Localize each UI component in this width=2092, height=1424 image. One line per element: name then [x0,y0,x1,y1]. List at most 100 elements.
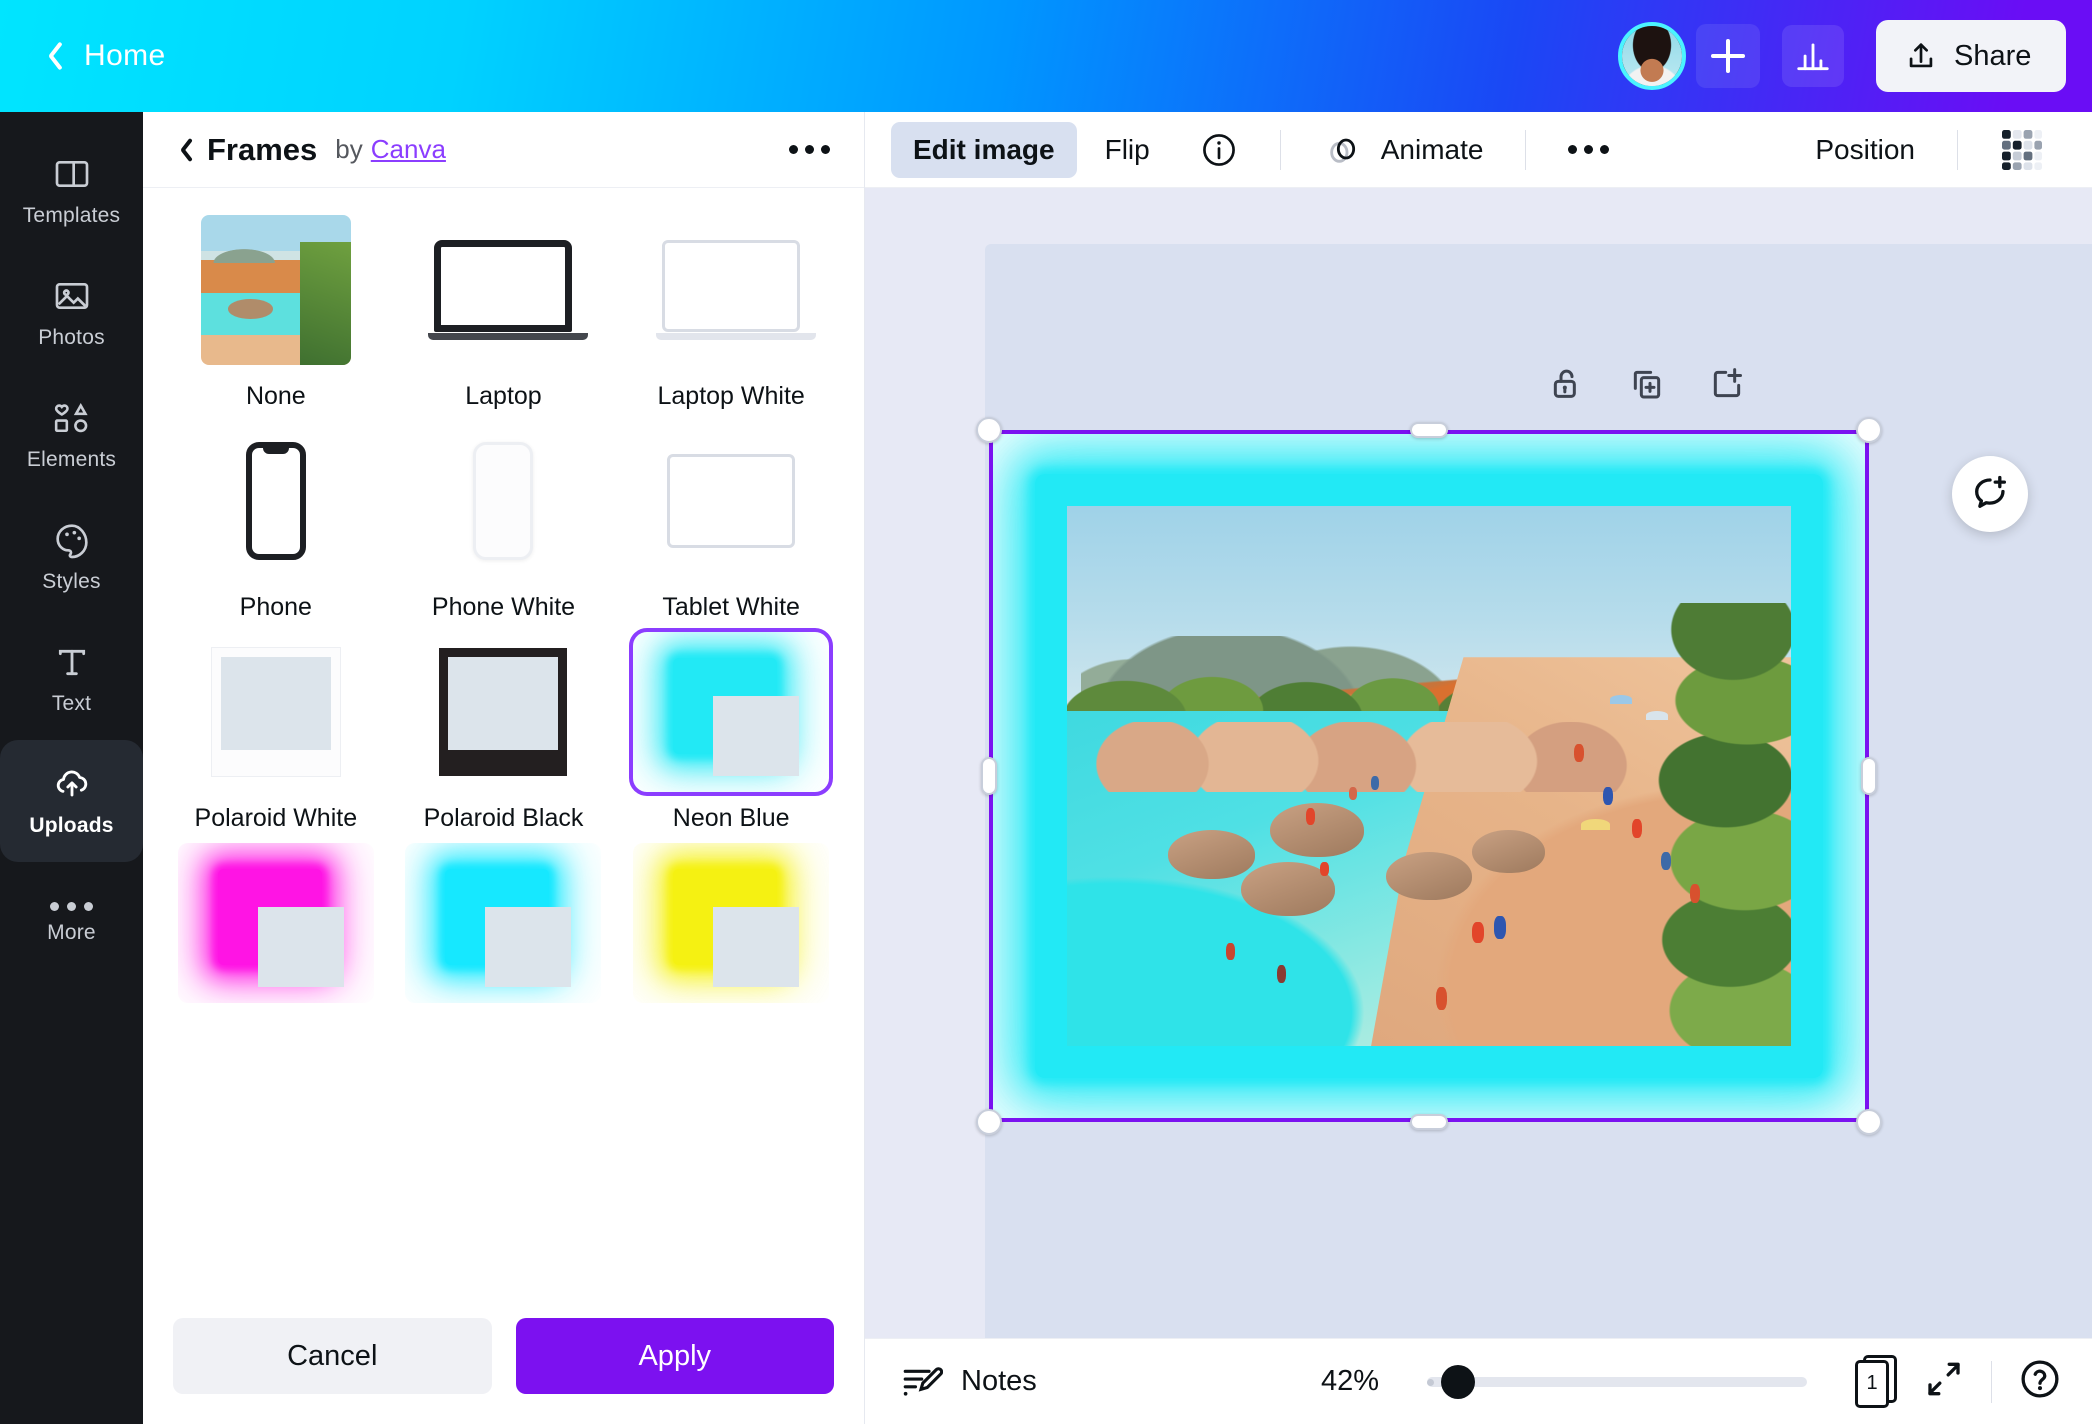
top-bar: Home Share [0,0,2092,112]
frame-thumb [177,421,374,581]
frame-option-phone-white[interactable]: Phone White [397,421,611,622]
laptop-icon [428,240,589,340]
sidebar-item-uploads[interactable]: Uploads [0,740,143,862]
page-title: Frames [207,131,318,167]
canva-editor-window: Home Share Templates Photos Elements Sty… [0,0,2092,1424]
frame-label: Phone [239,593,312,621]
sidebar-item-styles[interactable]: Styles [0,496,143,618]
apply-button[interactable]: Apply [515,1318,834,1394]
left-sidebar: Templates Photos Elements Styles Text Up… [0,112,143,1424]
info-button[interactable] [1178,122,1260,178]
sidebar-item-text[interactable]: Text [0,618,143,740]
fullscreen-button[interactable] [1923,1358,1965,1405]
frame-option-polaroid-white[interactable]: Polaroid White [169,632,383,833]
help-button[interactable] [2018,1357,2062,1406]
zoom-slider-knob[interactable] [1441,1364,1475,1399]
sidebar-item-photos[interactable]: Photos [0,252,143,374]
cancel-button[interactable]: Cancel [173,1318,492,1394]
frame-option-polaroid-black[interactable]: Polaroid Black [397,632,611,833]
share-button[interactable]: Share [1876,20,2066,92]
add-frame-icon[interactable] [1707,364,1747,409]
sidebar-item-label: Uploads [29,814,114,837]
frame-option-tablet-white[interactable]: Tablet White [624,421,838,622]
neon-yellow-icon [663,859,800,987]
bar-chart-icon[interactable] [1782,25,1844,87]
avatar[interactable] [1618,22,1686,90]
share-label: Share [1954,39,2032,72]
frame-label: Laptop [465,382,542,410]
sidebar-item-label: Templates [22,204,121,227]
plus-icon[interactable] [1696,24,1760,88]
frame-option-none[interactable]: None [169,210,383,411]
frame-thumb [405,421,602,581]
frame-option-neon-yellow[interactable] [624,843,838,1015]
help-icon [2021,1360,2059,1398]
frame-thumb [633,210,830,370]
canvas-area[interactable] [865,188,2092,1338]
chevron-left-icon[interactable] [173,135,191,165]
resize-handle-bottom[interactable] [1410,1114,1448,1130]
selection-border [989,430,1869,1122]
duplicate-icon[interactable] [1627,364,1667,409]
frame-option-neon-cyan[interactable] [397,843,611,1015]
resize-handle-left[interactable] [981,757,997,795]
animate-button[interactable]: Animate [1301,122,1506,178]
panel-author-link[interactable]: Canva [371,134,446,165]
frame-thumb [405,210,602,370]
frame-thumb [405,843,602,1003]
sidebar-item-templates[interactable]: Templates [0,130,143,252]
frame-option-phone[interactable]: Phone [169,421,383,622]
zoom-slider[interactable] [1427,1364,1807,1399]
resize-handle-bottom-left[interactable] [976,1109,1002,1135]
sidebar-item-more[interactable]: More [0,862,143,984]
laptop-white-icon [656,240,817,340]
sidebar-item-label: Photos [38,326,105,349]
frame-option-laptop[interactable]: Laptop [397,210,611,411]
home-button[interactable]: Home [40,38,166,74]
frame-thumb-selected [629,628,834,796]
add-comment-button[interactable] [1952,456,2028,532]
panel-footer: Cancel Apply [143,1294,864,1424]
frames-grid: None Laptop Laptop White Phone Phone Whi… [169,210,838,1015]
unlock-icon[interactable] [1547,364,1587,409]
resize-handle-top-right[interactable] [1856,417,1882,443]
expand-icon [1928,1362,1960,1396]
page-count-button[interactable]: 1 [1855,1354,1897,1409]
tablet-white-icon [667,454,796,548]
notes-label: Notes [961,1365,1037,1397]
flip-button[interactable]: Flip [1083,122,1172,178]
frame-thumb [633,843,830,1003]
frame-label: Laptop White [657,382,805,410]
selected-image-object[interactable] [976,417,1882,1135]
sidebar-item-elements[interactable]: Elements [0,374,143,496]
transparency-button[interactable] [1978,122,2066,178]
page-number: 1 [1855,1359,1889,1408]
frame-label: Neon Blue [672,804,790,832]
frame-option-neon-blue[interactable]: Neon Blue [624,628,838,833]
sidebar-item-label: Styles [42,570,101,593]
more-dots-icon [50,901,93,911]
position-button[interactable]: Position [1793,122,1937,178]
frames-grid-scroll[interactable]: None Laptop Laptop White Phone Phone Whi… [143,188,864,1294]
frame-option-neon-magenta[interactable] [169,843,383,1015]
beach-thumbnail-image [200,215,351,365]
resize-handle-right[interactable] [1861,757,1877,795]
info-icon [1202,133,1235,166]
frame-thumb [177,210,374,370]
frame-label: Tablet White [662,593,800,621]
resize-handle-top-left[interactable] [976,417,1002,443]
polaroid-white-icon [211,648,340,776]
resize-handle-top[interactable] [1410,422,1448,438]
frame-label: Polaroid Black [423,804,584,832]
resize-handle-bottom-right[interactable] [1856,1109,1882,1135]
text-icon [58,649,85,676]
toolbar-more-button[interactable] [1546,122,1631,178]
frame-label: Phone White [431,593,576,621]
sidebar-item-label: Elements [26,448,117,471]
frame-thumb [633,421,830,581]
notes-button[interactable]: Notes [899,1360,1037,1404]
editor-area: Edit image Flip Animate Position Notes 4… [865,112,2092,1424]
frame-option-laptop-white[interactable]: Laptop White [624,210,838,411]
panel-more-button[interactable] [789,145,830,154]
edit-image-button[interactable]: Edit image [891,121,1077,178]
